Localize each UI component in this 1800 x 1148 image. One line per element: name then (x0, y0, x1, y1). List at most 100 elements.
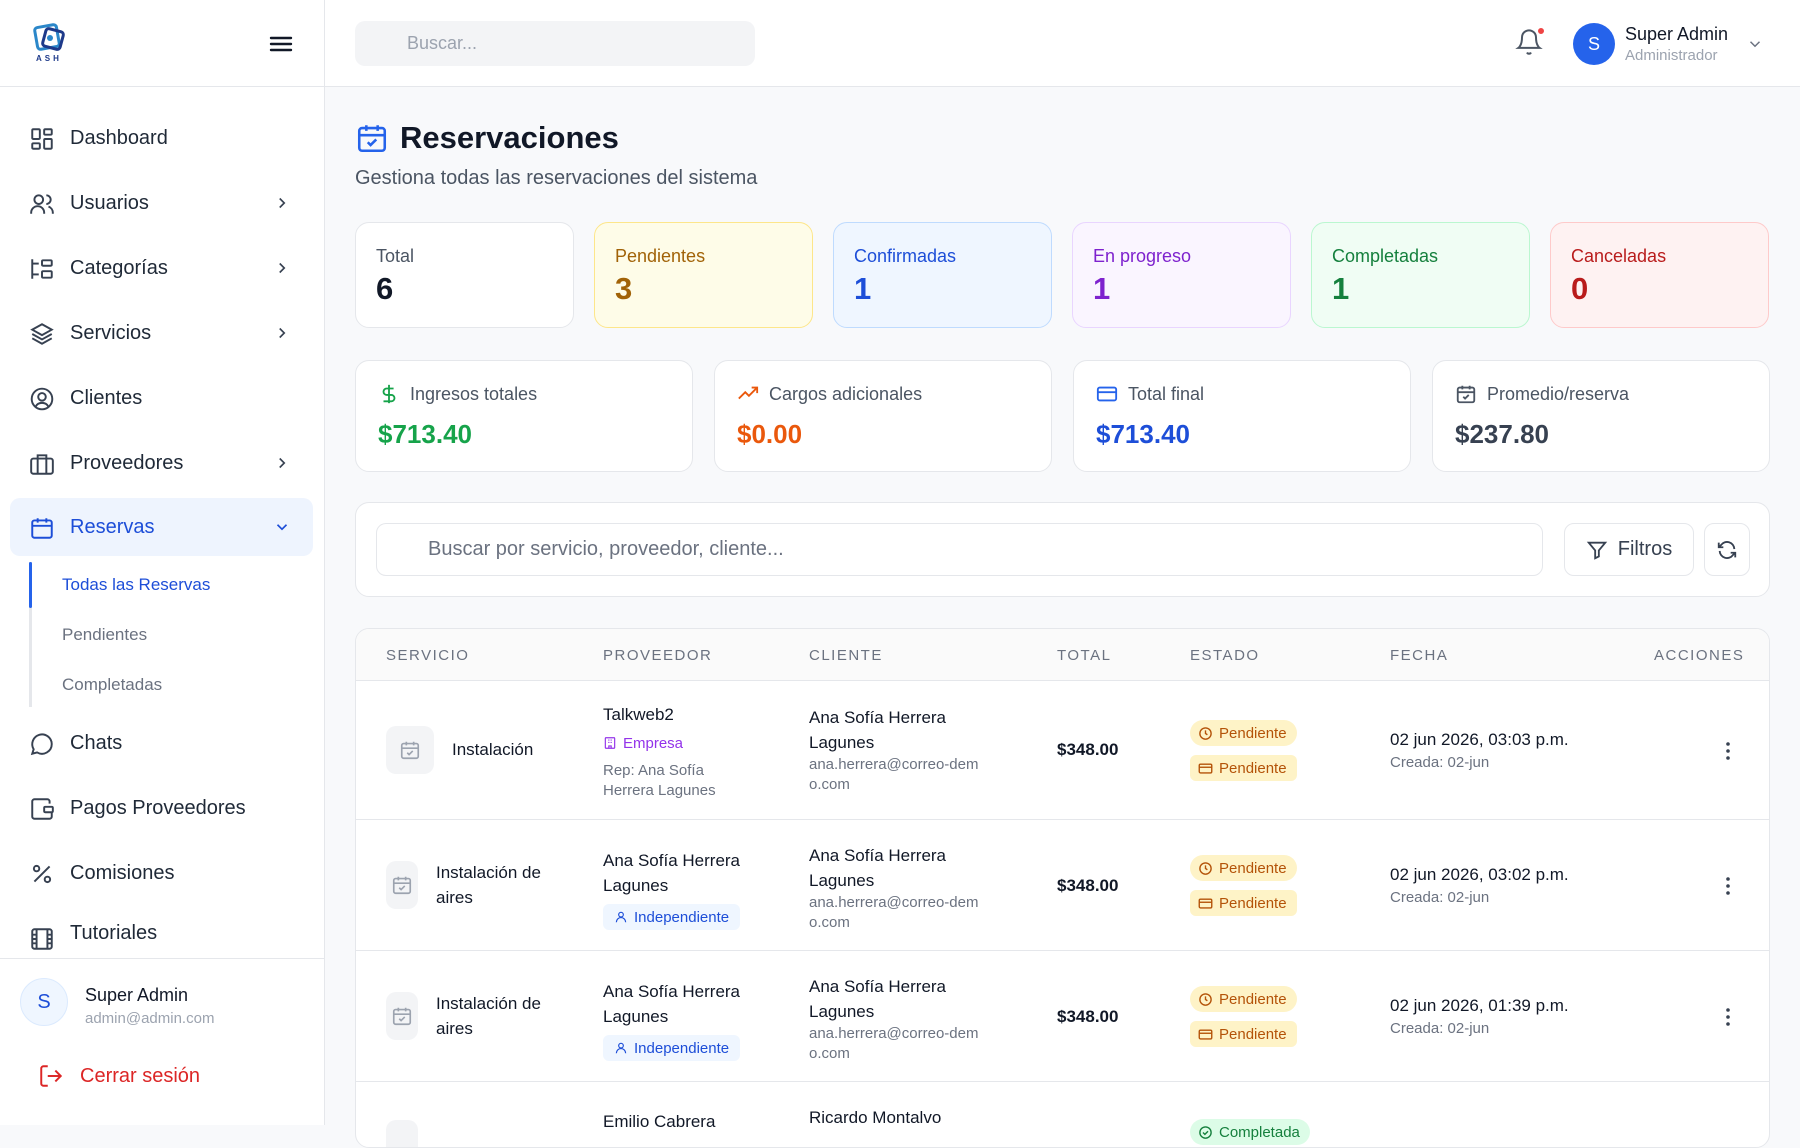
sidebar-item-clientes[interactable]: Clientes (10, 369, 313, 427)
money-card-total-final: Total final $713.40 (1073, 360, 1411, 472)
logo-text: ASH (36, 54, 62, 63)
table-row[interactable]: Instalación de aires Ana Sofía Herrera L… (356, 951, 1769, 1082)
clock-icon (1199, 861, 1212, 875)
logout-button[interactable]: Cerrar sesión (38, 1061, 200, 1091)
table-row[interactable]: Instalación Talkweb2 Empresa Rep: Ana So… (356, 681, 1769, 820)
logout-label: Cerrar sesión (80, 1064, 201, 1087)
service-name: Instalación de aires (436, 863, 541, 907)
money-label: Total final (1128, 384, 1205, 404)
percent-icon (32, 864, 52, 884)
app-logo[interactable]: ASH (30, 20, 72, 66)
sidebar-item-pagos-proveedores[interactable]: Pagos Proveedores (10, 779, 313, 837)
column-header[interactable]: PROVEEDOR (603, 647, 712, 664)
calendar-icon (31, 518, 53, 539)
user-icon (615, 911, 627, 923)
page-subtitle: Gestiona todas las reservaciones del sis… (355, 167, 758, 189)
user-icon (615, 1042, 627, 1054)
sidebar-item-servicios[interactable]: Servicios (10, 304, 313, 362)
column-header[interactable]: TOTAL (1057, 647, 1111, 664)
money-label: Promedio/reserva (1487, 384, 1630, 404)
more-vertical-icon[interactable] (1716, 1005, 1740, 1029)
sidebar: ASH Dashboard Usuarios Categorías Servic… (0, 0, 325, 1125)
avatar: S (1573, 23, 1615, 65)
sidebar-item-dashboard[interactable]: Dashboard (10, 109, 313, 167)
stat-label: Pendientes (615, 246, 706, 266)
clock-icon (1199, 726, 1212, 740)
sidebar-item-label: Clientes (70, 386, 143, 409)
stat-label: En progreso (1093, 246, 1192, 266)
credit-card-icon (1198, 897, 1213, 909)
more-vertical-icon[interactable] (1716, 874, 1740, 898)
refresh-button[interactable] (1704, 523, 1750, 576)
money-card-promedio: Promedio/reserva $237.80 (1432, 360, 1770, 472)
building-icon (604, 737, 616, 749)
sidebar-subitem-pendientes[interactable]: Pendientes (62, 625, 147, 645)
stat-value: 6 (376, 271, 394, 306)
more-vertical-icon[interactable] (1716, 739, 1740, 763)
subnav-active-indicator (29, 562, 32, 608)
notification-dot (1536, 26, 1546, 36)
topbar: S Super Admin Administrador (325, 0, 1800, 87)
calendar-icon (400, 741, 420, 760)
sidebar-item-categorias[interactable]: Categorías (10, 239, 313, 297)
sidebar-item-proveedores[interactable]: Proveedores (10, 434, 313, 492)
sidebar-item-tutoriales[interactable]: Tutoriales (10, 909, 313, 957)
global-search-input[interactable] (355, 21, 755, 66)
reservation-total: $348.00 (1057, 1007, 1119, 1026)
reservations-search-input[interactable] (376, 523, 1543, 576)
stat-card-confirmadas[interactable]: Confirmadas 1 (833, 222, 1052, 328)
provider-type-badge: Independiente (603, 904, 741, 930)
reservations-table: SERVICIO PROVEEDOR CLIENTE TOTAL ESTADO … (355, 628, 1770, 1148)
stat-card-pendientes[interactable]: Pendientes 3 (594, 222, 813, 328)
calendar-check-icon (357, 125, 387, 153)
users-icon (30, 194, 54, 214)
column-header[interactable]: SERVICIO (386, 647, 469, 664)
provider-type-label: Independiente (634, 1039, 730, 1057)
logout-icon (40, 1065, 63, 1087)
sidebar-item-label: Dashboard (70, 126, 168, 149)
calendar-icon (392, 1007, 412, 1026)
sidebar-item-label: Chats (70, 731, 123, 754)
status-label: Completada (1219, 1123, 1300, 1141)
user-menu[interactable]: S Super Admin Administrador (1573, 20, 1773, 68)
client-name: Ana Sofía Herrera Lagunes (809, 708, 947, 752)
client-name: Ricardo Montalvo (809, 1108, 942, 1127)
sidebar-subitem-todas[interactable]: Todas las Reservas (62, 575, 210, 595)
table-row[interactable]: Instalación de aires Ana Sofía Herrera L… (356, 820, 1769, 951)
chevron-down-icon (276, 524, 288, 531)
status-badge: Pendiente (1190, 720, 1297, 746)
stat-card-en-progreso[interactable]: En progreso 1 (1072, 222, 1291, 328)
sidebar-subitem-completadas[interactable]: Completadas (62, 675, 162, 695)
sidebar-item-usuarios[interactable]: Usuarios (10, 174, 313, 232)
stat-card-completadas[interactable]: Completadas 1 (1311, 222, 1530, 328)
client-email: ana.herrera@correo-demo.com (809, 756, 979, 793)
sidebar-item-comisiones[interactable]: Comisiones (10, 844, 313, 902)
footer-user-name: Super Admin (85, 985, 189, 1005)
column-header[interactable]: ESTADO (1190, 647, 1260, 664)
client-name: Ana Sofía Herrera Lagunes (809, 977, 947, 1021)
stat-value: 0 (1571, 271, 1589, 306)
table-row[interactable]: Emilio Cabrera Ricardo Montalvo Completa… (356, 1082, 1769, 1147)
chevron-right-icon (279, 262, 286, 274)
menu-toggle-button[interactable] (266, 31, 296, 57)
money-value: $237.80 (1455, 419, 1549, 449)
notifications-button[interactable] (1515, 26, 1546, 58)
money-value: $0.00 (737, 419, 803, 449)
column-header[interactable]: FECHA (1390, 647, 1448, 664)
sidebar-item-chats[interactable]: Chats (10, 714, 313, 772)
filters-button[interactable]: Filtros (1564, 523, 1694, 576)
service-icon-box (386, 861, 418, 909)
payment-label: Pendiente (1219, 1025, 1287, 1043)
reservation-date: 02 jun 2026, 03:03 p.m. (1390, 730, 1569, 749)
stat-card-canceladas[interactable]: Canceladas 0 (1550, 222, 1769, 328)
sidebar-item-reservas[interactable]: Reservas (10, 498, 313, 556)
calendar-icon (392, 876, 412, 895)
sidebar-item-label: Servicios (70, 321, 152, 344)
client-email: ana.herrera@correo-demo.com (809, 894, 979, 931)
categories-icon (31, 259, 53, 279)
stat-value: 1 (1332, 271, 1350, 306)
stat-card-total[interactable]: Total 6 (355, 222, 574, 328)
column-header[interactable]: CLIENTE (809, 647, 883, 664)
avatar: S (20, 978, 68, 1026)
money-value: $713.40 (378, 419, 472, 449)
